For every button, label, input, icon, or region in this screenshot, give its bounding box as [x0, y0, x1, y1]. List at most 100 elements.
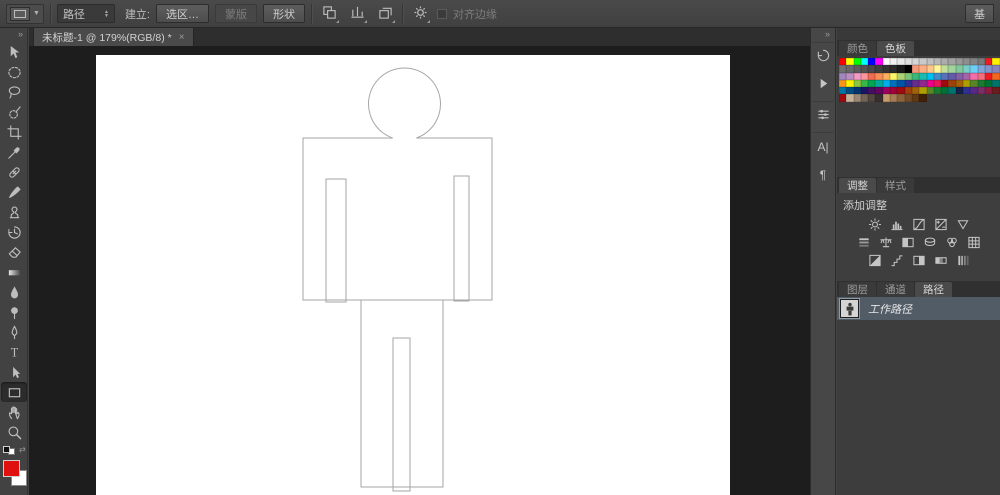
color-swatch[interactable] — [941, 65, 949, 73]
color-swatch[interactable] — [882, 58, 891, 66]
color-swatch[interactable] — [926, 87, 934, 95]
color-swatch[interactable] — [860, 58, 869, 66]
pasteboard[interactable] — [29, 46, 810, 495]
color-swatch[interactable] — [984, 72, 993, 80]
gradient-map-adjustment-button[interactable] — [933, 253, 948, 267]
color-swatch[interactable] — [875, 58, 883, 66]
color-swatch[interactable] — [911, 94, 920, 102]
tool-mode-select[interactable]: 路径 ▲ ▼ — [56, 4, 115, 23]
hand-tool[interactable] — [0, 402, 27, 422]
color-swatch[interactable] — [853, 58, 861, 66]
tab-styles[interactable]: 样式 — [877, 178, 914, 193]
color-swatch[interactable] — [904, 94, 912, 102]
brightness-contrast-adjustment-button[interactable] — [867, 217, 882, 231]
path-arrangement-button[interactable] — [374, 4, 396, 24]
color-swatch[interactable] — [963, 58, 971, 66]
color-swatch[interactable] — [897, 87, 905, 95]
color-swatch[interactable] — [860, 87, 869, 95]
brush-tool[interactable] — [0, 182, 27, 202]
color-swatch[interactable] — [911, 79, 920, 88]
color-swatch[interactable] — [868, 65, 876, 73]
color-swatch[interactable] — [875, 94, 883, 102]
color-swatch[interactable] — [948, 72, 956, 80]
selective-color-adjustment-button[interactable] — [955, 253, 970, 267]
color-swatch[interactable] — [926, 65, 934, 73]
color-swatch[interactable] — [919, 79, 927, 88]
color-swatch[interactable] — [882, 94, 891, 102]
color-swatch[interactable] — [868, 58, 876, 66]
color-swatch[interactable] — [897, 65, 905, 73]
color-swatch[interactable] — [933, 79, 942, 88]
color-swatch[interactable] — [846, 79, 854, 88]
color-lookup-adjustment-button[interactable] — [966, 235, 981, 249]
color-swatch[interactable] — [846, 58, 854, 66]
color-swatch[interactable] — [904, 79, 912, 88]
color-swatch[interactable] — [948, 87, 956, 95]
eyedropper-tool[interactable] — [0, 142, 27, 162]
document-tab[interactable]: 未标题-1 @ 179%(RGB/8) * × — [33, 28, 194, 46]
photo-filter-adjustment-button[interactable] — [922, 235, 937, 249]
color-swatch[interactable] — [904, 65, 912, 73]
vibrance-adjustment-button[interactable] — [955, 217, 970, 231]
make-shape-button[interactable]: 形状 — [263, 4, 305, 23]
color-swatch[interactable] — [992, 87, 1000, 95]
color-swatch[interactable] — [897, 58, 905, 66]
quick-select-tool[interactable] — [0, 102, 27, 122]
work-path-row[interactable]: 工作路径 — [837, 297, 1000, 320]
color-swatch[interactable] — [868, 94, 876, 102]
channel-mixer-adjustment-button[interactable] — [944, 235, 959, 249]
color-swatch[interactable] — [926, 58, 934, 66]
color-swatch[interactable] — [890, 72, 898, 80]
color-swatch[interactable] — [941, 87, 949, 95]
levels-adjustment-button[interactable] — [889, 217, 904, 231]
color-swatch[interactable] — [984, 58, 993, 66]
color-swatch[interactable] — [890, 58, 898, 66]
eraser-tool[interactable] — [0, 242, 27, 262]
color-swatch[interactable] — [890, 65, 898, 73]
tool-preset-picker[interactable]: ▼ — [6, 3, 44, 24]
color-swatch[interactable] — [853, 94, 861, 102]
color-swatch[interactable] — [853, 65, 861, 73]
color-balance-adjustment-button[interactable] — [878, 235, 893, 249]
tab-channels[interactable]: 通道 — [877, 282, 914, 297]
color-swatch[interactable] — [963, 72, 971, 80]
color-swatch[interactable] — [919, 94, 927, 102]
lasso-tool[interactable] — [0, 82, 27, 102]
color-swatch[interactable] — [984, 79, 993, 88]
color-swatch[interactable] — [890, 79, 898, 88]
color-swatch[interactable] — [839, 87, 847, 95]
color-swatch[interactable] — [948, 58, 956, 66]
color-swatch[interactable] — [919, 72, 927, 80]
color-swatch[interactable] — [911, 65, 920, 73]
clone-stamp-tool[interactable] — [0, 202, 27, 222]
color-swatch[interactable] — [933, 87, 942, 95]
tab-adjustments[interactable]: 调整 — [839, 178, 876, 193]
hue-saturation-adjustment-button[interactable] — [856, 235, 871, 249]
color-swatch[interactable] — [970, 65, 978, 73]
color-swatch[interactable] — [955, 87, 964, 95]
color-swatch[interactable] — [941, 79, 949, 88]
expand-panels-button[interactable]: » — [811, 28, 835, 42]
color-swatch[interactable] — [846, 72, 854, 80]
color-swatch[interactable] — [977, 79, 985, 88]
color-swatch[interactable] — [970, 79, 978, 88]
color-swatch[interactable] — [868, 72, 876, 80]
make-selection-button[interactable]: 选区… — [156, 4, 209, 23]
color-swatch[interactable] — [933, 58, 942, 66]
color-swatch[interactable] — [977, 87, 985, 95]
color-swatch[interactable] — [948, 65, 956, 73]
pen-options-gear-button[interactable] — [409, 4, 431, 24]
color-swatch[interactable] — [911, 87, 920, 95]
color-swatch[interactable] — [853, 79, 861, 88]
color-swatch[interactable] — [882, 79, 891, 88]
color-swatch[interactable] — [860, 94, 869, 102]
color-swatch[interactable] — [839, 58, 847, 66]
color-swatch[interactable] — [992, 72, 1000, 80]
color-swatch[interactable] — [860, 72, 869, 80]
color-swatch[interactable] — [868, 79, 876, 88]
color-swatch[interactable] — [948, 79, 956, 88]
align-edges-checkbox[interactable] — [437, 8, 447, 19]
color-swatch[interactable] — [904, 87, 912, 95]
rectangle-tool[interactable] — [1, 382, 27, 402]
color-swatch[interactable] — [846, 87, 854, 95]
